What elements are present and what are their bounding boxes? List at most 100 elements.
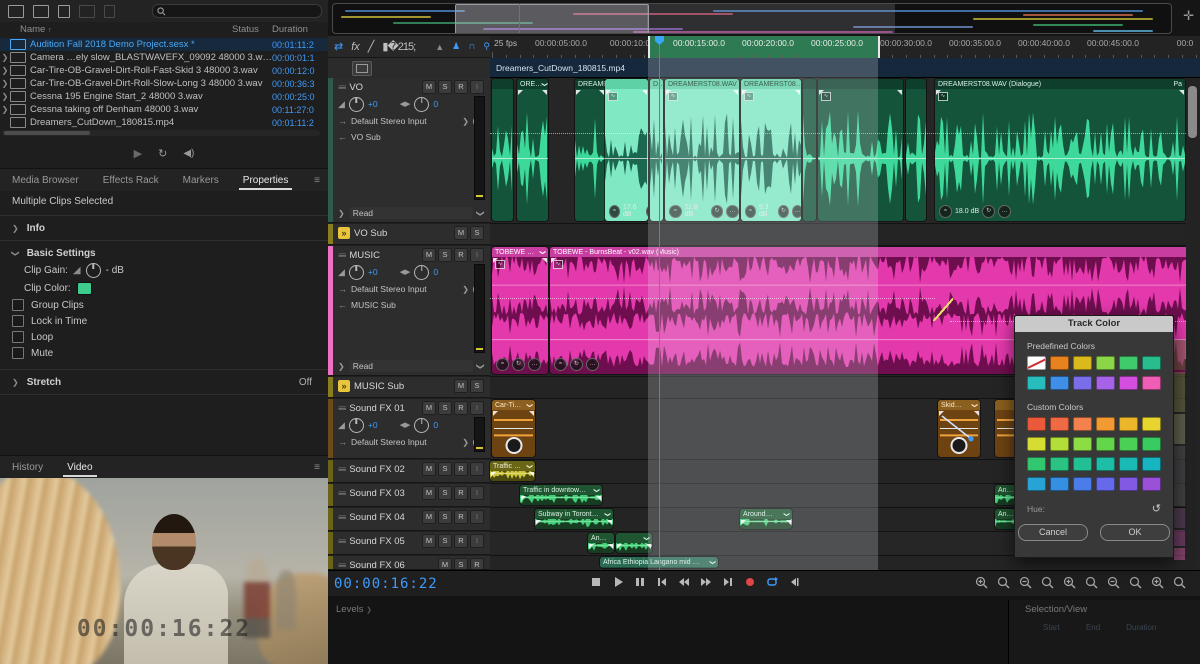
preview-autoplay-speaker-icon[interactable]: ◀) xyxy=(183,148,194,159)
track-solo-button[interactable]: S xyxy=(438,401,452,415)
selection-right-bracket[interactable] xyxy=(873,36,880,58)
clip-color-swatch[interactable] xyxy=(77,282,92,295)
fade-out-handle[interactable] xyxy=(1179,90,1184,95)
search-input[interactable] xyxy=(152,4,322,18)
track-solo-button[interactable]: S xyxy=(470,226,484,240)
track-header-music-sub[interactable]: »MUSIC SubMS xyxy=(328,377,490,398)
fade-out-handle[interactable] xyxy=(608,544,613,549)
fade-in-handle[interactable] xyxy=(576,90,581,95)
file-row[interactable]: ❯Cessna taking off Denham 48000 3.wav00:… xyxy=(0,103,328,116)
color-swatch[interactable] xyxy=(1050,437,1069,451)
zoom-out-amplitude-button[interactable] xyxy=(1107,576,1120,589)
clip-menu-chevron-icon[interactable]: ❯ xyxy=(541,81,548,86)
track-header-sound-fx-02[interactable]: ≡≡Sound FX 02MSRI xyxy=(328,460,490,483)
clip[interactable] xyxy=(492,79,513,221)
color-swatch[interactable] xyxy=(1050,477,1069,491)
tab2-history[interactable]: History xyxy=(0,457,55,479)
clip-gain-knob-icon[interactable]: ≈ xyxy=(669,205,682,218)
clip-menu-chevron-icon[interactable]: ❯ xyxy=(526,463,533,468)
clip-gain-knob-icon[interactable]: ≈ xyxy=(609,205,620,218)
open-file-icon[interactable] xyxy=(8,5,24,18)
monitor-input-icon[interactable]: ∩ xyxy=(468,41,475,52)
fast-forward-button[interactable] xyxy=(700,576,712,588)
color-swatch[interactable] xyxy=(1096,437,1115,451)
dialog-title[interactable]: Track Color xyxy=(1015,316,1173,332)
track-monitor-input-button[interactable]: I xyxy=(470,510,484,524)
clip-menu-chevron-icon[interactable]: ❯ xyxy=(643,535,650,540)
color-swatch[interactable] xyxy=(1096,417,1115,431)
checkbox[interactable] xyxy=(12,331,24,343)
clip-loop-icon[interactable]: ↻ xyxy=(512,358,525,371)
clip-menu-chevron-icon[interactable]: ❯ xyxy=(783,511,790,516)
clip[interactable]: Skid… ❯ xyxy=(938,400,980,457)
checkbox[interactable] xyxy=(12,315,24,327)
fx-icon[interactable]: fx xyxy=(351,41,360,53)
clip[interactable]: Car-Ti… ❯ xyxy=(492,400,535,457)
track-mute-button[interactable]: M xyxy=(422,80,436,94)
metronome-icon[interactable]: ▲ xyxy=(435,42,444,52)
track-arm-record-button[interactable]: R xyxy=(454,248,468,262)
skip-to-start-button[interactable] xyxy=(656,576,668,588)
skip-to-next-button[interactable] xyxy=(788,576,800,588)
pan-tool-icon[interactable]: ✛ xyxy=(1183,8,1194,24)
fade-out-handle[interactable] xyxy=(607,520,612,525)
color-swatch[interactable] xyxy=(1096,356,1115,370)
record-arm-icon[interactable]: ⚲ xyxy=(483,41,490,52)
razor-tool-icon[interactable]: ╱ xyxy=(368,40,375,53)
color-swatch[interactable] xyxy=(1073,376,1092,390)
expand-chevron-icon[interactable]: ❯ xyxy=(0,105,10,114)
import-files-icon[interactable] xyxy=(33,5,49,18)
fade-out-handle[interactable] xyxy=(642,90,647,95)
column-status[interactable]: Status xyxy=(232,24,259,35)
rewind-button[interactable] xyxy=(678,576,690,588)
clip[interactable] xyxy=(803,79,816,221)
new-file-icon[interactable] xyxy=(58,5,70,18)
track-monitor-input-button[interactable]: I xyxy=(470,401,484,415)
zoom-in-full-button[interactable] xyxy=(1129,576,1142,589)
file-row[interactable]: ❯Car-Tire-OB-Gravel-Dirt-Roll-Fast-Skid … xyxy=(0,64,328,77)
clip-loop-icon[interactable]: ↻ xyxy=(646,205,648,218)
track-gain-knob[interactable] xyxy=(349,97,364,112)
fade-out-handle[interactable] xyxy=(974,411,979,416)
color-swatch[interactable] xyxy=(1050,356,1069,370)
track-mute-button[interactable]: M xyxy=(438,558,452,570)
color-swatch[interactable] xyxy=(1027,437,1046,451)
color-swatch[interactable] xyxy=(1119,376,1138,390)
clip[interactable]: Traffic in downtow… ❯ xyxy=(520,485,602,505)
clip[interactable]: Subway in Toront… ❯ xyxy=(535,509,613,529)
levels-panel-label[interactable]: Levels ❯ xyxy=(336,604,372,615)
stop-button[interactable] xyxy=(590,576,602,588)
clip-gain-knob-icon[interactable]: ≈ xyxy=(496,358,509,371)
color-swatch[interactable] xyxy=(1073,457,1092,471)
clip-comment-icon[interactable]: … xyxy=(586,358,599,371)
color-swatch[interactable] xyxy=(1073,437,1092,451)
zoom-to-selection-button[interactable] xyxy=(1063,576,1076,589)
track-pan-knob[interactable] xyxy=(414,265,429,280)
clip-loop-icon[interactable]: ↻ xyxy=(570,358,583,371)
track-mute-button[interactable]: M xyxy=(422,486,436,500)
color-swatch[interactable] xyxy=(1119,437,1138,451)
track-arm-record-button[interactable]: R xyxy=(454,534,468,548)
clip-comment-icon[interactable]: … xyxy=(792,205,801,218)
pause-button[interactable] xyxy=(634,576,646,588)
track-header-sound-fx-01[interactable]: ≡≡Sound FX 01MSRI◢+0◀▶0(≡)→Default Stere… xyxy=(328,399,490,459)
section-basic-settings[interactable]: ❯Basic Settings xyxy=(0,245,328,261)
clip[interactable]: D… xyxy=(650,79,663,221)
color-swatch[interactable] xyxy=(1142,376,1161,390)
color-swatch-none[interactable] xyxy=(1027,356,1046,370)
section-stretch[interactable]: ❯Stretch Off xyxy=(0,374,328,390)
clip-menu-chevron-icon[interactable]: ❯ xyxy=(604,511,611,516)
clip-menu-chevron-icon[interactable]: ❯ xyxy=(526,402,533,407)
preview-play-icon[interactable]: ▶ xyxy=(134,147,142,160)
clip[interactable]: ❯ xyxy=(616,533,652,553)
expand-chevron-icon[interactable]: ❯ xyxy=(0,53,10,62)
fade-in-handle[interactable] xyxy=(518,90,523,95)
clip-menu-chevron-icon[interactable]: ❯ xyxy=(971,402,978,407)
automation-mode-select[interactable]: Read xyxy=(349,360,474,372)
files-hscrollbar[interactable] xyxy=(2,130,320,136)
fade-out-handle[interactable] xyxy=(795,90,800,95)
column-duration[interactable]: Duration xyxy=(272,24,308,35)
clip-gain-knob-icon[interactable]: ≈ xyxy=(939,205,952,218)
clip-menu-chevron-icon[interactable]: ❯ xyxy=(593,487,600,492)
track-header-vo[interactable]: ≡≡VOMSRI◢+0◀▶0(≡)→Default Stereo Input❯←… xyxy=(328,78,490,223)
